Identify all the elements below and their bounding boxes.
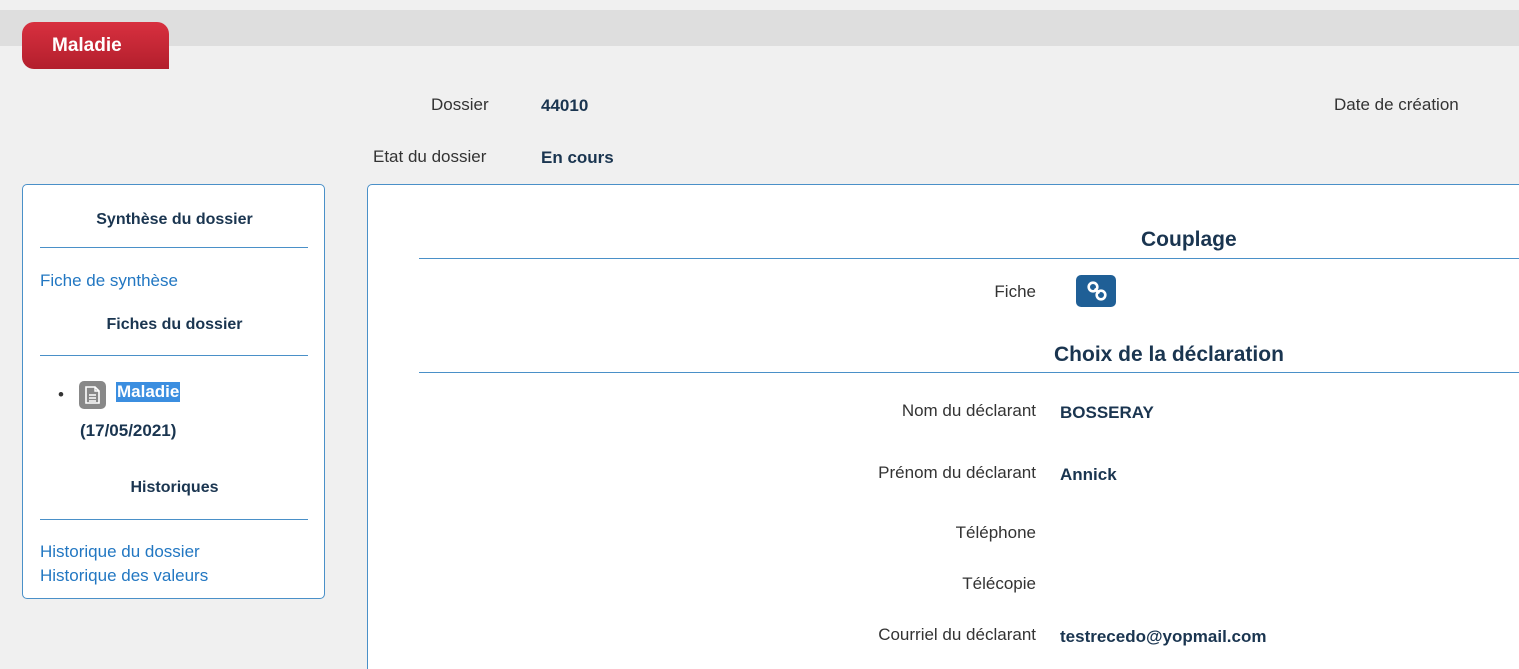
- fiche-label: Fiche: [994, 282, 1036, 301]
- dossier-sidebar: Synthèse du dossier Fiche de synthèse Fi…: [22, 184, 325, 599]
- tab-maladie[interactable]: Maladie: [22, 22, 169, 69]
- couplage-title: Couplage: [1141, 228, 1237, 251]
- fiche-name[interactable]: Maladie: [116, 382, 181, 402]
- divider: [419, 372, 1519, 373]
- fiches-heading: Fiches du dossier: [106, 316, 243, 333]
- divider: [419, 258, 1519, 259]
- fiche-date: (17/05/2021): [80, 421, 177, 440]
- historiques-heading: Historiques: [130, 479, 219, 496]
- nom-value: BOSSERAY: [1060, 403, 1154, 422]
- historique-dossier-link[interactable]: Historique du dossier: [40, 542, 200, 562]
- courriel-label: Courriel du déclarant: [878, 625, 1036, 644]
- synthese-heading: Synthèse du dossier: [96, 211, 253, 228]
- telecopie-label: Télécopie: [962, 574, 1036, 593]
- nom-label: Nom du déclarant: [901, 401, 1036, 420]
- divider: [40, 355, 308, 356]
- choix-declaration-title: Choix de la déclaration: [1054, 343, 1284, 366]
- telephone-label: Téléphone: [955, 523, 1036, 542]
- top-bar: [0, 10, 1519, 46]
- etat-value: En cours: [541, 148, 614, 167]
- dossier-value: 44010: [541, 96, 589, 115]
- fiche-link-button[interactable]: [1076, 275, 1116, 307]
- prenom-label: Prénom du déclarant: [878, 463, 1036, 482]
- document-icon: [79, 381, 106, 409]
- etat-label: Etat du dossier: [373, 147, 487, 166]
- courriel-value: testrecedo@yopmail.com: [1060, 627, 1267, 646]
- dossier-label: Dossier: [431, 95, 489, 114]
- divider: [40, 519, 308, 520]
- link-icon: [1087, 281, 1107, 301]
- bullet: •: [58, 385, 64, 404]
- prenom-value: Annick: [1060, 465, 1117, 484]
- divider: [40, 247, 308, 248]
- historique-valeurs-link[interactable]: Historique des valeurs: [40, 566, 208, 586]
- date-creation-label: Date de création: [1334, 95, 1459, 114]
- fiche-synthese-link[interactable]: Fiche de synthèse: [40, 271, 178, 291]
- main-panel: Couplage Fiche Choix de la déclaration N…: [367, 184, 1519, 669]
